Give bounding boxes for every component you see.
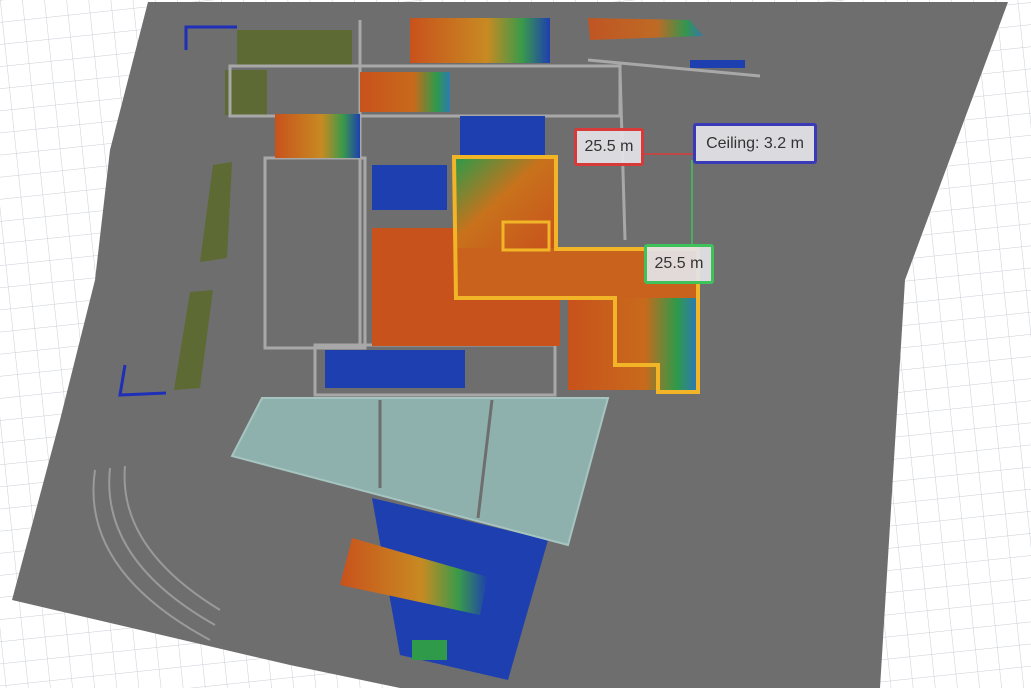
dimension-label-horizontal[interactable]: 25.5 m: [574, 128, 644, 166]
3d-viewport[interactable]: [0, 0, 1031, 688]
ceiling-height-label[interactable]: Ceiling: 3.2 m: [693, 123, 817, 164]
dimension-label-vertical[interactable]: 25.5 m: [644, 244, 714, 284]
